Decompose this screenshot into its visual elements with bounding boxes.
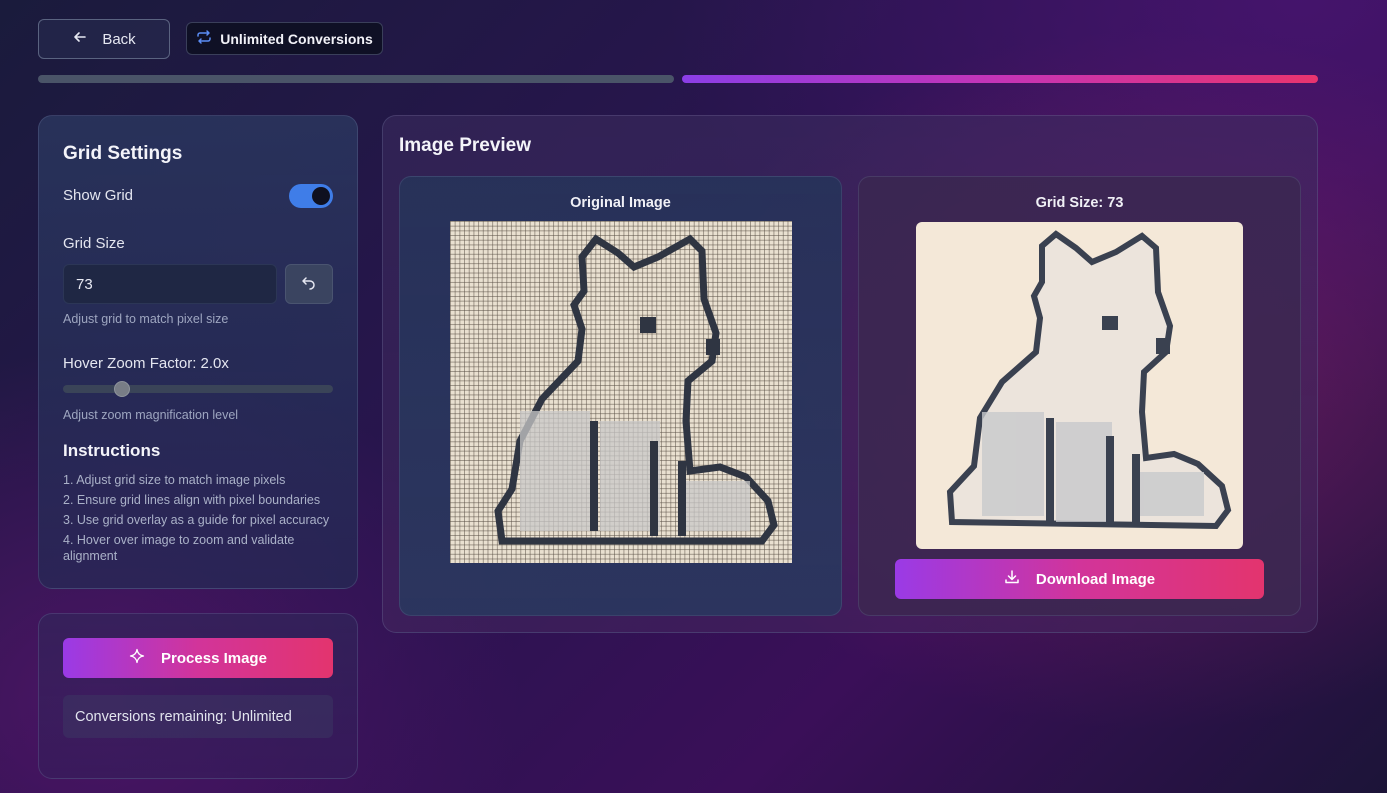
zoom-hint: Adjust zoom magnification level <box>63 408 239 422</box>
back-button[interactable]: Back <box>38 19 170 59</box>
instructions-title: Instructions <box>63 441 161 460</box>
repeat-icon <box>196 29 212 48</box>
back-label: Back <box>102 30 136 48</box>
pixelated-result-image[interactable] <box>916 222 1243 549</box>
sparkle-icon <box>129 648 145 668</box>
arrow-left-icon <box>72 29 88 49</box>
grid-size-label: Grid Size <box>63 235 125 252</box>
zoom-slider-track[interactable] <box>63 385 333 393</box>
toggle-knob <box>312 187 330 205</box>
instruction-item: 2. Ensure grid lines align with pixel bo… <box>63 493 321 507</box>
original-image-title: Original Image <box>570 195 671 211</box>
undo-icon <box>301 274 317 295</box>
fox-image-result <box>946 230 1232 530</box>
grid-settings-title: Grid Settings <box>63 143 183 164</box>
progress-step-2 <box>682 75 1318 83</box>
reset-grid-size-button[interactable] <box>285 264 333 304</box>
instruction-item: 4. Hover over image to zoom and validate… <box>63 533 295 563</box>
instruction-item: 3. Use grid overlay as a guide for pixel… <box>63 513 330 527</box>
badge-label: Unlimited Conversions <box>220 30 373 47</box>
progress-step-1 <box>38 75 674 83</box>
fox-image-original <box>494 234 778 545</box>
show-grid-label: Show Grid <box>63 187 134 204</box>
grid-size-title: Grid Size: 73 <box>1035 195 1124 211</box>
process-image-button[interactable]: Process Image <box>63 638 333 678</box>
zoom-slider-thumb[interactable] <box>114 381 130 397</box>
zoom-factor-label: Hover Zoom Factor: 2.0x <box>63 355 229 372</box>
download-image-label: Download Image <box>1035 570 1156 588</box>
unlimited-conversions-badge: Unlimited Conversions <box>186 22 383 55</box>
instruction-item: 1. Adjust grid size to match image pixel… <box>63 473 286 487</box>
download-icon <box>1004 569 1020 589</box>
image-preview-title: Image Preview <box>399 135 532 156</box>
original-image-with-grid[interactable] <box>450 221 792 563</box>
process-image-label: Process Image <box>161 649 267 667</box>
show-grid-toggle[interactable] <box>289 184 333 208</box>
conversions-remaining: Conversions remaining: Unlimited <box>63 695 333 738</box>
download-image-button[interactable]: Download Image <box>895 559 1264 599</box>
grid-size-hint: Adjust grid to match pixel size <box>63 312 229 326</box>
grid-size-input[interactable] <box>63 264 277 304</box>
conversions-remaining-text: Conversions remaining: Unlimited <box>75 708 292 725</box>
